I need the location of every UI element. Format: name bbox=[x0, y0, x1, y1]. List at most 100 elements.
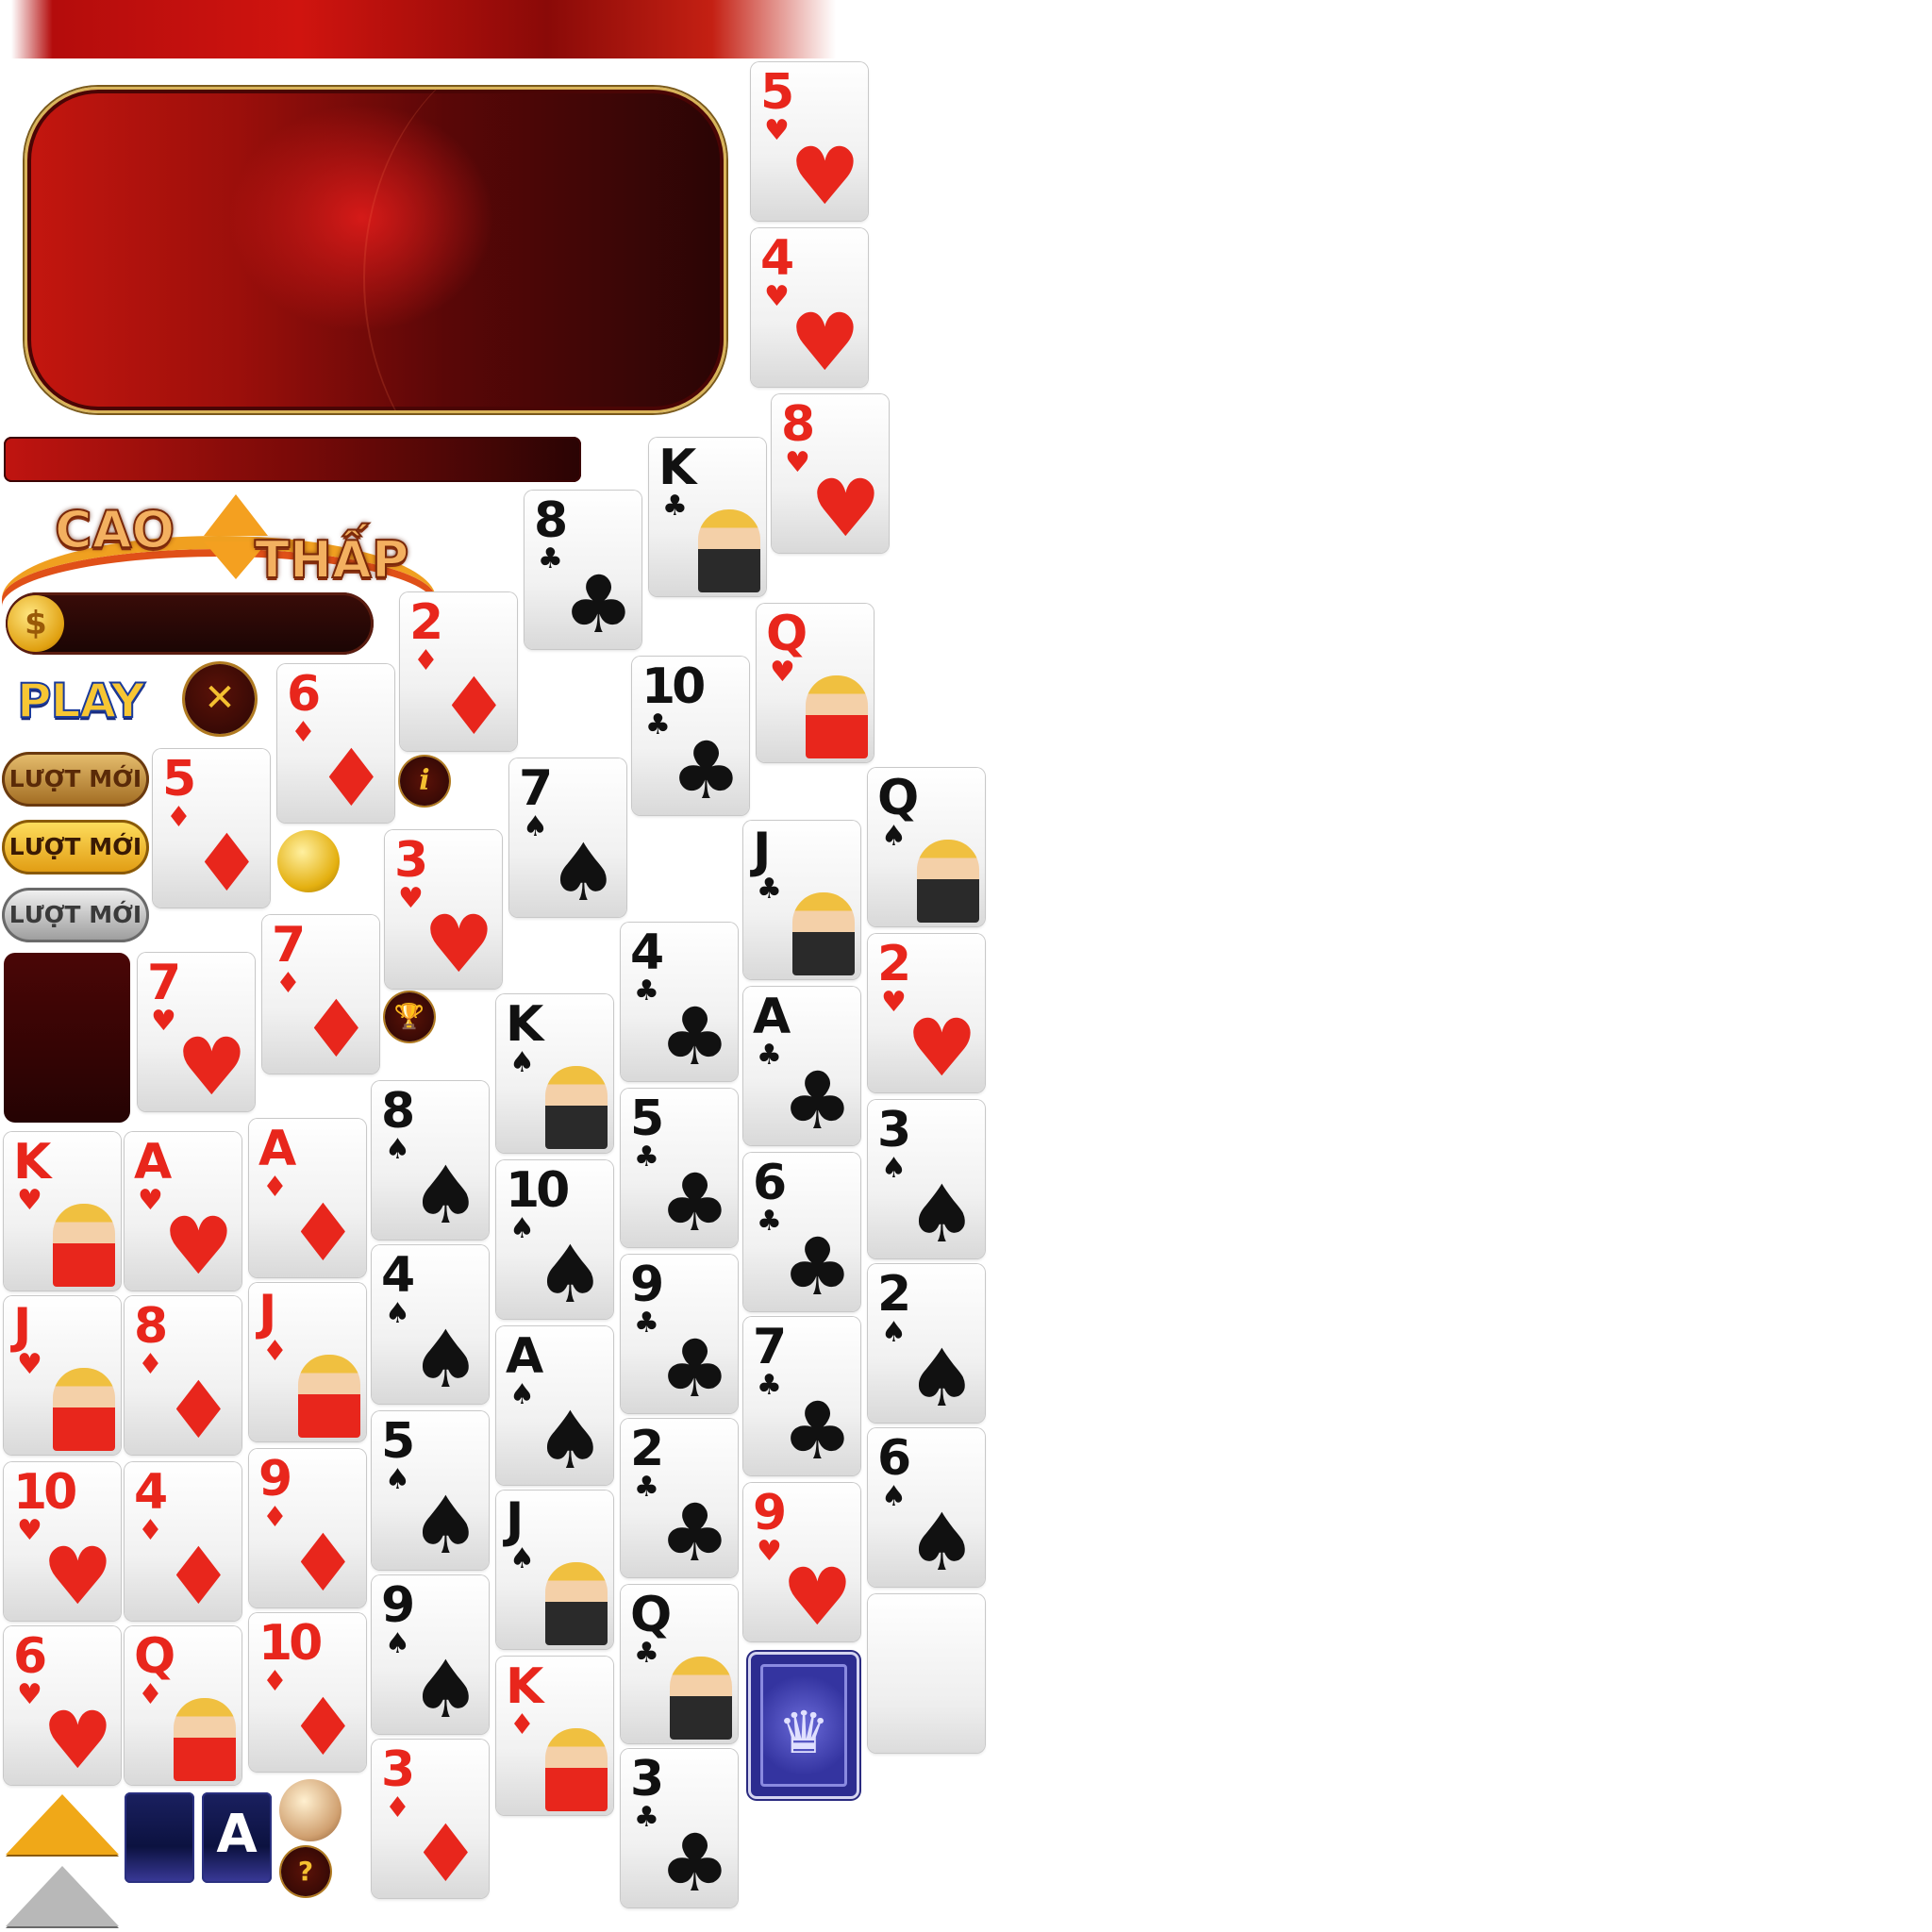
header-bar bbox=[4, 437, 581, 482]
card-6-of-hearts[interactable]: 6 ♥ ♥ bbox=[4, 1626, 121, 1785]
card-rank: 3 bbox=[877, 1102, 911, 1158]
hearts-large-icon: ♥ bbox=[175, 1021, 247, 1111]
card-3-of-clubs[interactable]: 3 ♣ ♣ bbox=[621, 1749, 738, 1907]
clubs-icon: ♣ bbox=[538, 542, 563, 575]
card-rank: 5 bbox=[760, 64, 794, 121]
card-2-of-clubs[interactable]: 2 ♣ ♣ bbox=[621, 1419, 738, 1577]
card-rank: J bbox=[258, 1285, 276, 1341]
card-J-of-spades[interactable]: J ♠ bbox=[496, 1491, 613, 1649]
card-A-of-diamonds[interactable]: A ♦ ♦ bbox=[249, 1119, 366, 1277]
card-5-of-hearts[interactable]: 5 ♥ ♥ bbox=[751, 62, 868, 221]
card-3-of-diamonds[interactable]: 3 ♦ ♦ bbox=[372, 1740, 489, 1898]
card-Q-of-diamonds[interactable]: Q ♦ bbox=[125, 1626, 242, 1785]
card-8-of-hearts[interactable]: 8 ♥ ♥ bbox=[772, 394, 889, 553]
card-2-of-diamonds[interactable]: 2 ♦ ♦ bbox=[400, 592, 517, 751]
card-8-of-clubs[interactable]: 8 ♣ ♣ bbox=[525, 491, 641, 649]
diamonds-icon: ♦ bbox=[275, 967, 301, 1000]
play-button[interactable]: PLAY bbox=[16, 673, 166, 730]
card-5-of-diamonds[interactable]: 5 ♦ ♦ bbox=[153, 749, 270, 908]
card-8-of-diamonds[interactable]: 8 ♦ ♦ bbox=[125, 1296, 242, 1455]
title-banner bbox=[11, 0, 836, 58]
spades-large-icon: ♠ bbox=[409, 1479, 481, 1570]
hearts-large-icon: ♥ bbox=[162, 1200, 234, 1291]
card-5-of-spades[interactable]: 5 ♠ ♠ bbox=[372, 1411, 489, 1570]
spades-icon: ♠ bbox=[881, 1480, 907, 1513]
card-K-of-diamonds[interactable]: K ♦ bbox=[496, 1657, 613, 1815]
card-2-of-spades[interactable]: 2 ♠ ♠ bbox=[868, 1264, 985, 1423]
card-rank: 9 bbox=[630, 1257, 664, 1313]
main-panel bbox=[25, 87, 726, 413]
face-portrait-icon bbox=[174, 1698, 236, 1781]
card-6-of-diamonds[interactable]: 6 ♦ ♦ bbox=[277, 664, 394, 823]
card-A-of-clubs[interactable]: A ♣ ♣ bbox=[743, 987, 860, 1145]
spades-icon: ♠ bbox=[881, 820, 907, 853]
card-J-of-hearts[interactable]: J ♥ bbox=[4, 1296, 121, 1455]
card-rank: 10 bbox=[258, 1615, 323, 1672]
spades-large-icon: ♠ bbox=[547, 826, 619, 917]
spades-icon: ♠ bbox=[385, 1463, 410, 1496]
hearts-icon: ♥ bbox=[398, 882, 424, 915]
card-6-of-clubs[interactable]: 6 ♣ ♣ bbox=[743, 1153, 860, 1311]
trophy-icon[interactable]: 🏆 bbox=[385, 992, 434, 1041]
card-8-of-spades[interactable]: 8 ♠ ♠ bbox=[372, 1081, 489, 1240]
card-Q-of-hearts[interactable]: Q ♥ bbox=[757, 604, 874, 762]
close-button[interactable]: ✕ bbox=[185, 664, 255, 734]
card-9-of-diamonds[interactable]: 9 ♦ ♦ bbox=[249, 1449, 366, 1607]
card-rank: K bbox=[506, 1658, 543, 1715]
new-turn-button-brown[interactable]: LƯỢT MỚI bbox=[2, 752, 149, 807]
card-10-of-clubs[interactable]: 10 ♣ ♣ bbox=[632, 657, 749, 815]
card-2-of-hearts[interactable]: 2 ♥ ♥ bbox=[868, 934, 985, 1092]
card-7-of-diamonds[interactable]: 7 ♦ ♦ bbox=[262, 915, 379, 1074]
card-4-of-hearts[interactable]: 4 ♥ ♥ bbox=[751, 228, 868, 387]
card-9-of-clubs[interactable]: 9 ♣ ♣ bbox=[621, 1255, 738, 1413]
card-J-of-diamonds[interactable]: J ♦ bbox=[249, 1283, 366, 1441]
higher-arrow-icon-gold[interactable] bbox=[6, 1794, 119, 1855]
card-A-of-hearts[interactable]: A ♥ ♥ bbox=[125, 1132, 242, 1291]
card-7-of-spades[interactable]: 7 ♠ ♠ bbox=[509, 758, 626, 917]
clubs-icon: ♣ bbox=[645, 708, 671, 741]
hearts-large-icon: ♥ bbox=[809, 462, 881, 553]
spades-icon: ♠ bbox=[509, 1378, 535, 1411]
card-4-of-spades[interactable]: 4 ♠ ♠ bbox=[372, 1245, 489, 1404]
hearts-icon: ♥ bbox=[764, 280, 790, 313]
info-icon[interactable]: i bbox=[400, 757, 449, 806]
card-10-of-hearts[interactable]: 10 ♥ ♥ bbox=[4, 1462, 121, 1621]
clubs-large-icon: ♣ bbox=[658, 991, 730, 1081]
hearts-icon: ♥ bbox=[17, 1514, 42, 1547]
card-7-of-hearts[interactable]: 7 ♥ ♥ bbox=[138, 953, 255, 1111]
card-6-of-spades[interactable]: 6 ♠ ♠ bbox=[868, 1428, 985, 1587]
card-10-of-diamonds[interactable]: 10 ♦ ♦ bbox=[249, 1613, 366, 1772]
diamonds-icon: ♦ bbox=[138, 1678, 163, 1711]
card-Q-of-clubs[interactable]: Q ♣ bbox=[621, 1585, 738, 1743]
card-J-of-clubs[interactable]: J ♣ bbox=[743, 821, 860, 979]
clubs-icon: ♣ bbox=[634, 1141, 659, 1174]
card-3-of-hearts[interactable]: 3 ♥ ♥ bbox=[385, 830, 502, 989]
spades-icon: ♠ bbox=[385, 1133, 410, 1166]
card-K-of-hearts[interactable]: K ♥ bbox=[4, 1132, 121, 1291]
card-K-of-clubs[interactable]: K ♣ bbox=[649, 438, 766, 596]
cao-thap-logo: CAO THẤP bbox=[2, 489, 436, 591]
card-rank: A bbox=[134, 1134, 172, 1191]
card-4-of-clubs[interactable]: 4 ♣ ♣ bbox=[621, 923, 738, 1081]
card-10-of-spades[interactable]: 10 ♠ ♠ bbox=[496, 1160, 613, 1319]
card-7-of-clubs[interactable]: 7 ♣ ♣ bbox=[743, 1317, 860, 1475]
card-Q-of-spades[interactable]: Q ♠ bbox=[868, 768, 985, 926]
card-5-of-clubs[interactable]: 5 ♣ ♣ bbox=[621, 1089, 738, 1247]
hearts-icon: ♥ bbox=[17, 1184, 42, 1217]
card-K-of-spades[interactable]: K ♠ bbox=[496, 994, 613, 1153]
hearts-icon: ♥ bbox=[764, 114, 790, 147]
diamonds-icon: ♦ bbox=[262, 1171, 288, 1204]
new-turn-button-gray[interactable]: LƯỢT MỚI bbox=[2, 888, 149, 942]
card-4-of-diamonds[interactable]: 4 ♦ ♦ bbox=[125, 1462, 242, 1621]
card-9-of-hearts[interactable]: 9 ♥ ♥ bbox=[743, 1483, 860, 1641]
clubs-large-icon: ♣ bbox=[658, 1323, 730, 1413]
face-portrait-icon bbox=[917, 840, 979, 923]
card-9-of-spades[interactable]: 9 ♠ ♠ bbox=[372, 1575, 489, 1734]
coin-balance-bar: $ bbox=[6, 592, 374, 655]
card-rank: K bbox=[658, 440, 696, 496]
card-A-of-spades[interactable]: A ♠ ♠ bbox=[496, 1326, 613, 1485]
help-icon[interactable]: ? bbox=[281, 1847, 330, 1896]
clubs-large-icon: ♣ bbox=[781, 1385, 853, 1475]
card-3-of-spades[interactable]: 3 ♠ ♠ bbox=[868, 1100, 985, 1258]
new-turn-button-gold[interactable]: LƯỢT MỚI bbox=[2, 820, 149, 874]
